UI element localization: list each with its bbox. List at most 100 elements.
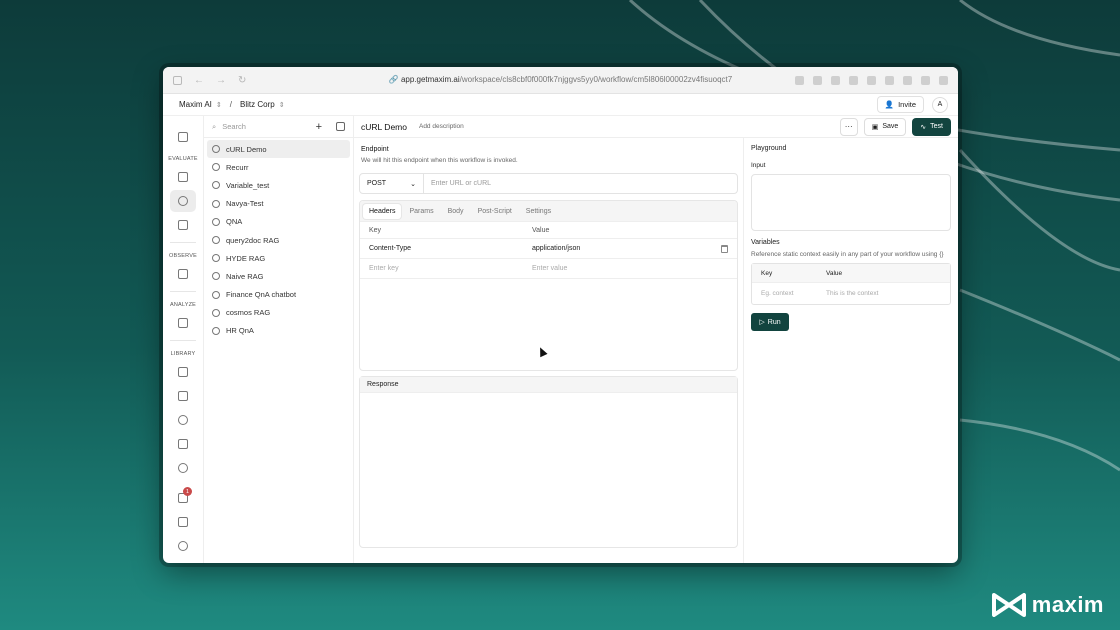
workflow-icon (212, 199, 220, 208)
workflow-item[interactable]: cosmos RAG (207, 304, 350, 322)
test-button[interactable]: ∿ Test (912, 117, 951, 136)
more-options-button[interactable]: ··· (839, 117, 858, 136)
workflow-item[interactable]: Navya-Test (207, 195, 350, 213)
tab-params[interactable]: Params (403, 204, 439, 219)
workflow-item[interactable]: Finance QnA chatbot (207, 286, 350, 304)
page-title[interactable]: cURL Demo (361, 122, 407, 132)
workflow-item-label: QNA (226, 217, 243, 227)
response-title: Response (360, 377, 737, 393)
prompt-icon[interactable] (170, 166, 196, 188)
chevron-updown-icon: ⇕ (278, 101, 285, 109)
rail-divider (170, 242, 196, 243)
workflow-item[interactable]: cURL Demo (207, 140, 350, 159)
add-workflow-button[interactable]: + (316, 121, 322, 133)
workflow-icon (212, 308, 220, 317)
save-label: Save (882, 123, 899, 130)
method-select[interactable]: POST ⌄ (360, 174, 424, 193)
workflow-items: cURL Demo Recurr Variable_test Navya-Tes… (204, 138, 353, 342)
variables-title: Variables (751, 239, 780, 246)
url-path: /workspace/cls8cbf0f000fk7njggvs5yy0/wor… (459, 75, 733, 84)
workflow-icon (212, 290, 220, 299)
workflow-icon (212, 272, 220, 281)
chevron-updown-icon: ⇕ (215, 101, 222, 109)
search-input[interactable]: Search (222, 122, 246, 131)
avatar[interactable]: A (932, 96, 948, 113)
workflow-icon (212, 163, 220, 172)
input-label: Input (751, 162, 766, 169)
playground-input[interactable] (751, 174, 951, 231)
variables-table-head: Key Value (752, 264, 950, 283)
header-key[interactable]: Content-Type (369, 245, 532, 252)
editor-body: Endpoint We will hit this endpoint when … (354, 138, 958, 563)
editor-header: cURL Demo Add description ··· ▣ Save ∿ T… (354, 116, 958, 138)
tab-settings[interactable]: Settings (520, 204, 557, 219)
notifications-icon[interactable]: 1 (170, 487, 196, 509)
app-topbar: Maxim AI ⇕ / Blitz Corp ⇕ 👤 Invite A (163, 94, 958, 116)
address-bar[interactable]: 🔗 app.getmaxim.ai/workspace/cls8cbf0f000… (163, 75, 958, 84)
logs-icon[interactable] (170, 263, 196, 285)
endpoint-subtitle: We will hit this endpoint when this work… (361, 157, 518, 164)
workflow-item[interactable]: query2doc RAG (207, 231, 350, 249)
request-tabs: Headers Params Body Post-Script Settings (360, 201, 737, 222)
variables-table: Key Value Eg. context This is the contex… (751, 263, 951, 305)
table-row: Enter key Enter value (360, 259, 737, 279)
home-icon[interactable] (170, 126, 196, 148)
workflow-item-label: query2doc RAG (226, 235, 280, 245)
gear-icon[interactable] (170, 535, 196, 557)
play-icon: ▷ (759, 319, 765, 326)
tab-headers[interactable]: Headers (363, 203, 402, 219)
functions-icon[interactable] (170, 433, 196, 455)
rail-divider (170, 291, 196, 292)
workflow-item[interactable]: Naive RAG (207, 267, 350, 285)
invite-button[interactable]: 👤 Invite (876, 96, 924, 113)
nav-rail: EVALUATE OBSERVE ANALYZE LIBRARY 1 (163, 116, 204, 563)
workflow-item[interactable]: Recurr (207, 158, 350, 176)
workflow-item[interactable]: HYDE RAG (207, 249, 350, 267)
endpoint-row: POST ⌄ Enter URL or cURL (359, 173, 738, 194)
var-key-header: Key (761, 269, 773, 277)
url-input[interactable]: Enter URL or cURL (424, 174, 737, 193)
maxim-logo-icon (991, 593, 1026, 617)
key-input[interactable]: Enter key (369, 265, 532, 272)
database-icon[interactable] (170, 409, 196, 431)
add-description-link[interactable]: Add description (419, 123, 464, 130)
pulse-icon: ∿ (920, 123, 927, 131)
tab-body[interactable]: Body (442, 204, 470, 219)
value-input[interactable]: Enter value (532, 265, 728, 272)
value-column-header: Value (532, 226, 550, 234)
var-value-input[interactable]: This is the context (826, 290, 878, 297)
var-key-input[interactable]: Eg. context (761, 290, 826, 297)
link-icon: 🔗 (388, 75, 401, 84)
headers-table-head: Key Value (360, 222, 737, 239)
org-name: Maxim AI (179, 100, 212, 109)
tab-post-script[interactable]: Post-Script (472, 204, 518, 219)
evaluation-icon[interactable] (170, 214, 196, 236)
rail-section-analyze: ANALYZE (169, 302, 197, 308)
evaluators-icon[interactable] (170, 361, 196, 383)
workflow-item-label: Naive RAG (226, 271, 264, 281)
panel-toggle-icon[interactable] (336, 122, 345, 131)
workflow-item-label: cosmos RAG (226, 308, 271, 318)
analytics-icon[interactable] (170, 312, 196, 334)
workflow-item[interactable]: Variable_test (207, 176, 350, 194)
run-button[interactable]: ▷ Run (751, 313, 789, 331)
docs-icon[interactable] (170, 511, 196, 533)
workflow-search: ⌕ Search + (204, 116, 353, 138)
save-button[interactable]: ▣ Save (863, 117, 907, 136)
trash-icon[interactable] (721, 244, 728, 253)
header-value[interactable]: application/json (532, 245, 721, 252)
table-row: Eg. context This is the context (752, 283, 950, 304)
key-column-header: Key (369, 226, 382, 234)
workflow-icon[interactable] (170, 190, 196, 212)
variables-description: Reference static context easily in any p… (751, 251, 944, 258)
playground-title: Playground (751, 145, 787, 152)
workflow-item-label: HYDE RAG (226, 253, 266, 263)
workflow-item-label: Recurr (226, 162, 249, 172)
workspace-switcher[interactable]: Blitz Corp ⇕ (240, 100, 285, 109)
datasets-icon[interactable] (170, 385, 196, 407)
workflow-item[interactable]: QNA (207, 213, 350, 231)
rail-section-evaluate: EVALUATE (168, 156, 198, 162)
workflow-item[interactable]: HR QnA (207, 322, 350, 340)
org-switcher[interactable]: Maxim AI ⇕ (179, 100, 222, 109)
settings-cog-icon[interactable] (170, 457, 196, 479)
